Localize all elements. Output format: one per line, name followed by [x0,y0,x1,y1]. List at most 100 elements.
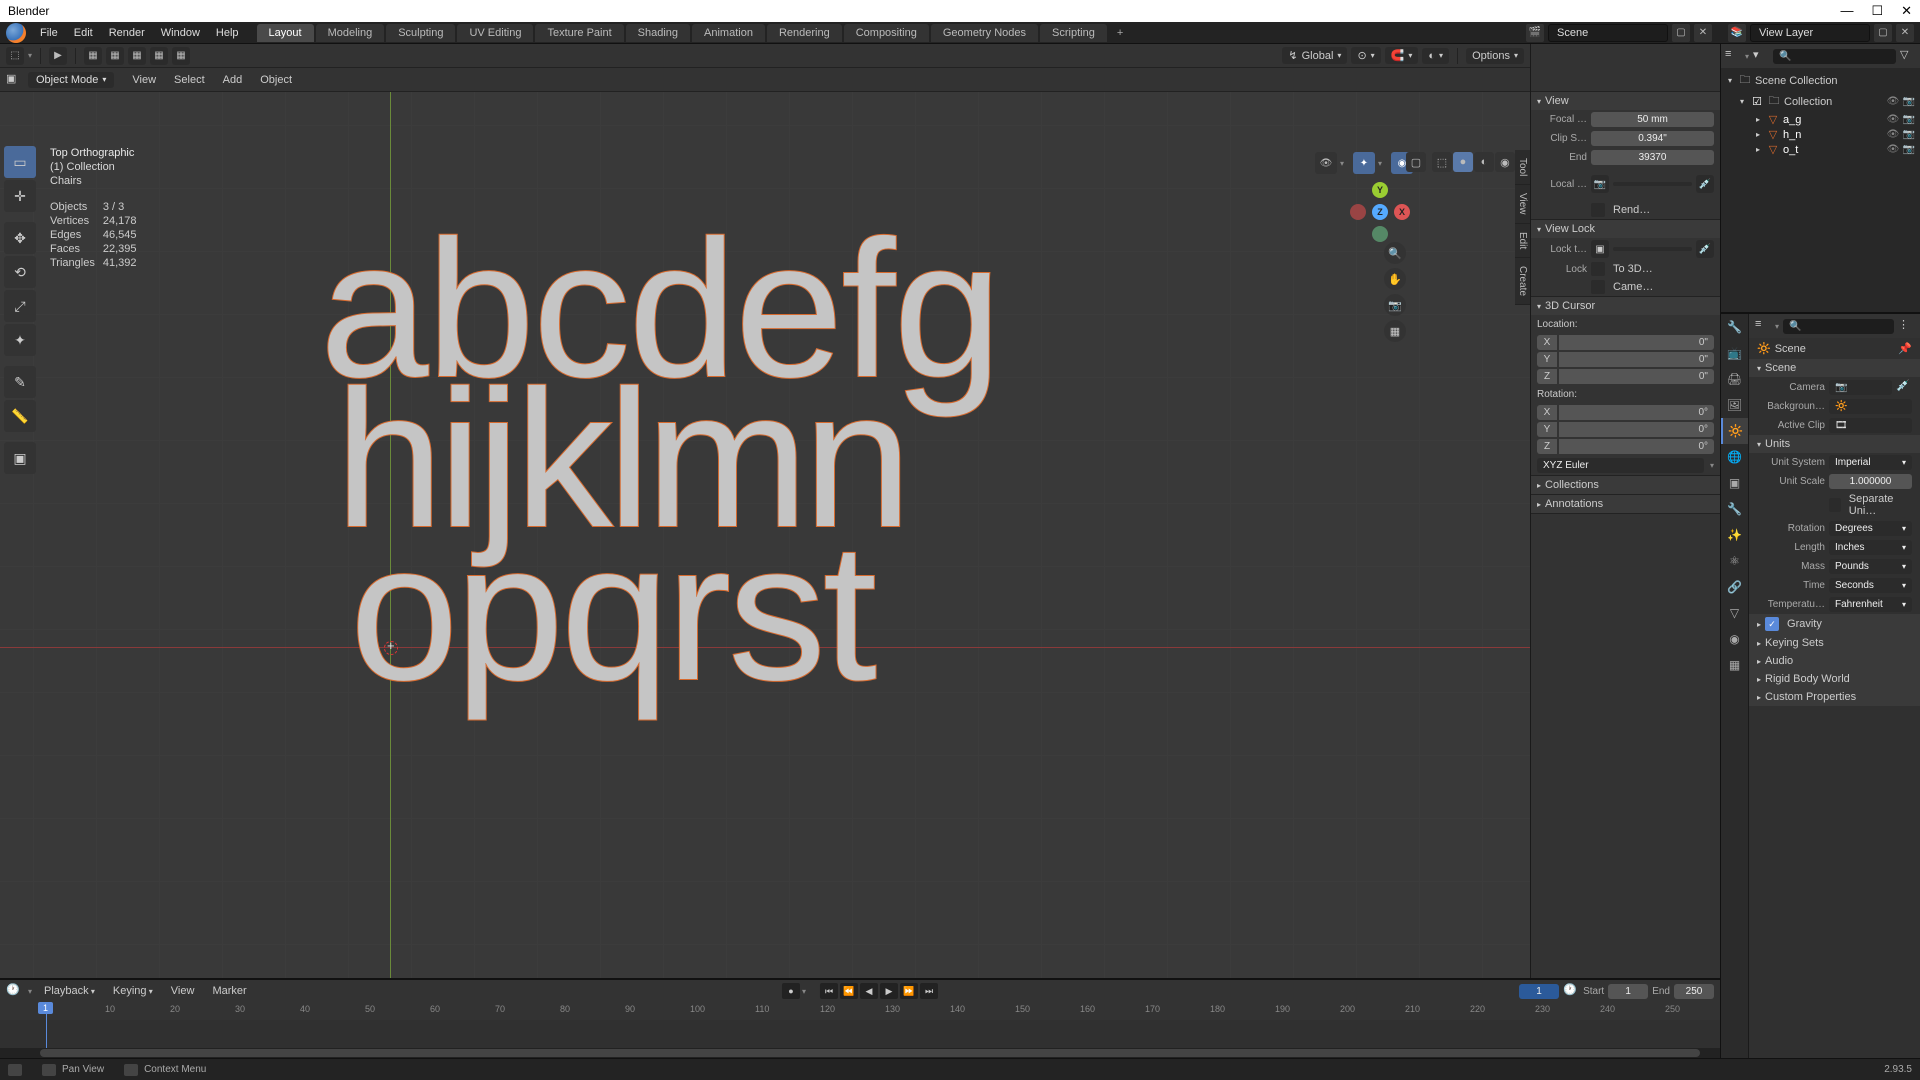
viewport-3d[interactable]: ⬚ ▾ ▶ ▦ ▦ ▦ ▦ ▦ ↯ Global ⊙ 🧲 ◐ Options ▣… [0,44,1530,978]
npanel-tab-create[interactable]: Create [1515,258,1530,305]
select-mode-1-icon[interactable]: ▦ [84,47,102,65]
item-render-icon[interactable]: 📷 [1902,144,1916,155]
blender-logo-icon[interactable] [6,23,26,43]
workspace-tab-shading[interactable]: Shading [626,24,690,42]
npanel-section-collections[interactable]: Collections [1531,476,1720,494]
cursor-loc-y[interactable]: 0" [1559,352,1714,367]
editor-type-icon[interactable]: ⬚ [6,47,24,65]
props-section-audio[interactable]: Audio [1749,652,1920,670]
workspace-tab-compositing[interactable]: Compositing [844,24,929,42]
props-editor-type-icon[interactable]: ≡ [1755,318,1771,334]
play-icon[interactable]: ▶ [880,983,898,999]
prop-tab-physics-icon[interactable]: ⚛ [1721,548,1748,574]
prop-tab-render-icon[interactable]: 📺 [1721,340,1748,366]
props-section-custom-props[interactable]: Custom Properties [1749,688,1920,706]
viewlayer-name-field[interactable] [1750,24,1870,42]
length-unit-dropdown[interactable]: Inches▾ [1829,540,1912,555]
workspace-tab-texture-paint[interactable]: Texture Paint [535,24,623,42]
unit-system-dropdown[interactable]: Imperial▾ [1829,455,1912,470]
props-search-input[interactable]: 🔍 [1783,319,1894,334]
timeline-view-menu[interactable]: View [165,985,201,997]
workspace-tab-animation[interactable]: Animation [692,24,765,42]
menu-help[interactable]: Help [208,22,247,44]
item-render-icon[interactable]: 📷 [1902,114,1916,125]
text3d-row3[interactable]: opqrst [350,500,874,724]
workspace-add-button[interactable]: + [1109,24,1131,42]
workspace-tab-layout[interactable]: Layout [257,24,314,42]
outliner-item-o-t[interactable]: ▸▽o_t👁📷 [1721,142,1920,157]
lock-camera-checkbox[interactable] [1591,280,1605,294]
collection-render-icon[interactable]: 📷 [1902,96,1916,107]
outliner-item-a-g[interactable]: ▸▽a_g👁📷 [1721,112,1920,127]
timeline-track[interactable]: 1020304050607080901001101201301401501601… [0,1002,1720,1048]
play-reverse-icon[interactable]: ◀ [860,983,878,999]
select-mode-4-icon[interactable]: ▦ [150,47,168,65]
focal-length-field[interactable]: 50 mm [1591,112,1714,127]
timeline-scrollbar[interactable] [0,1048,1720,1058]
prop-tab-material-icon[interactable]: ◉ [1721,626,1748,652]
workspace-tab-modeling[interactable]: Modeling [316,24,385,42]
render-region-checkbox[interactable] [1591,203,1605,217]
props-section-gravity[interactable]: ✓Gravity [1749,614,1920,634]
props-section-scene[interactable]: Scene [1749,359,1920,377]
menu-edit[interactable]: Edit [66,22,101,44]
jump-start-icon[interactable]: ⏮ [820,983,838,999]
window-close-icon[interactable]: ✕ [1901,3,1912,19]
active-clip-field[interactable]: 🎞 [1829,418,1912,433]
tool-annotate[interactable]: ✎ [4,366,36,398]
pan-icon[interactable]: ✋ [1384,268,1406,290]
background-scene-field[interactable]: 🔆 [1829,399,1912,414]
scene-delete-icon[interactable]: ✕ [1694,24,1712,42]
prop-tab-object-icon[interactable]: ▣ [1721,470,1748,496]
lock-to-eyedropper-icon[interactable]: 💉 [1696,240,1714,258]
separate-units-checkbox[interactable] [1829,498,1841,512]
camera-field[interactable]: 📷 [1829,380,1892,395]
cursor-loc-x[interactable]: 0" [1559,335,1714,350]
item-visibility-icon[interactable]: 👁 [1886,144,1900,155]
npanel-section-annotations[interactable]: Annotations [1531,495,1720,513]
pivot-dropdown[interactable]: ⊙ [1351,47,1380,64]
timeline-playhead[interactable]: 1 [46,1002,47,1048]
mode-selector[interactable]: Object Mode [28,72,114,88]
gizmo-toggle-icon[interactable]: ✦ [1353,152,1375,174]
viewport-menu-view[interactable]: View [126,74,162,86]
viewlayer-delete-icon[interactable]: ✕ [1896,24,1914,42]
viewport-menu-add[interactable]: Add [217,74,249,86]
menu-render[interactable]: Render [101,22,153,44]
time-unit-dropdown[interactable]: Seconds▾ [1829,578,1912,593]
item-visibility-icon[interactable]: 👁 [1886,114,1900,125]
orientation-dropdown[interactable]: ↯ Global [1282,47,1347,64]
prop-tab-world-icon[interactable]: 🌐 [1721,444,1748,470]
prop-tab-constraints-icon[interactable]: 🔗 [1721,574,1748,600]
gizmo-axis-x[interactable]: X [1394,204,1410,220]
cursor-rot-x[interactable]: 0° [1559,405,1714,420]
zoom-icon[interactable]: 🔍 [1384,242,1406,264]
menu-window[interactable]: Window [153,22,208,44]
options-dropdown[interactable]: Options [1466,48,1524,64]
rotation-unit-dropdown[interactable]: Degrees▾ [1829,521,1912,536]
workspace-tab-uv-editing[interactable]: UV Editing [457,24,533,42]
gravity-checkbox[interactable]: ✓ [1765,617,1779,631]
npanel-section-viewlock[interactable]: View Lock [1531,220,1720,238]
cursor-rot-z[interactable]: 0° [1559,439,1714,454]
local-camera-eyedropper-icon[interactable]: 💉 [1696,175,1714,193]
props-breadcrumb[interactable]: Scene [1775,343,1806,355]
tool-cursor[interactable]: ✛ [4,180,36,212]
scene-browse-icon[interactable]: 🎬 [1526,24,1544,42]
outliner-editor-type-icon[interactable]: ≡ [1725,48,1741,64]
props-pin-icon[interactable]: 📌 [1898,342,1912,355]
shading-material-icon[interactable]: ◐ [1474,152,1494,172]
gizmo-axis-z[interactable]: Z [1372,204,1388,220]
prop-tab-output-icon[interactable]: 🖨 [1721,366,1748,392]
npanel-section-3dcursor[interactable]: 3D Cursor [1531,297,1720,315]
item-visibility-icon[interactable]: 👁 [1886,129,1900,140]
timeline-playback-menu[interactable]: Playback [38,985,101,997]
tool-scale[interactable]: ⤢ [4,290,36,322]
mass-unit-dropdown[interactable]: Pounds▾ [1829,559,1912,574]
outliner-search-input[interactable]: 🔍 [1773,49,1896,64]
viewport-canvas[interactable]: abcdefg hijklmn opqrst 👁 ▾ ✦ ▾ ◉ ▾ ▢ ⬚ ●… [0,92,1530,978]
cursor-rot-y[interactable]: 0° [1559,422,1714,437]
gizmo-axis-y[interactable]: Y [1372,182,1388,198]
menu-file[interactable]: File [32,22,66,44]
viewport-menu-object[interactable]: Object [254,74,298,86]
